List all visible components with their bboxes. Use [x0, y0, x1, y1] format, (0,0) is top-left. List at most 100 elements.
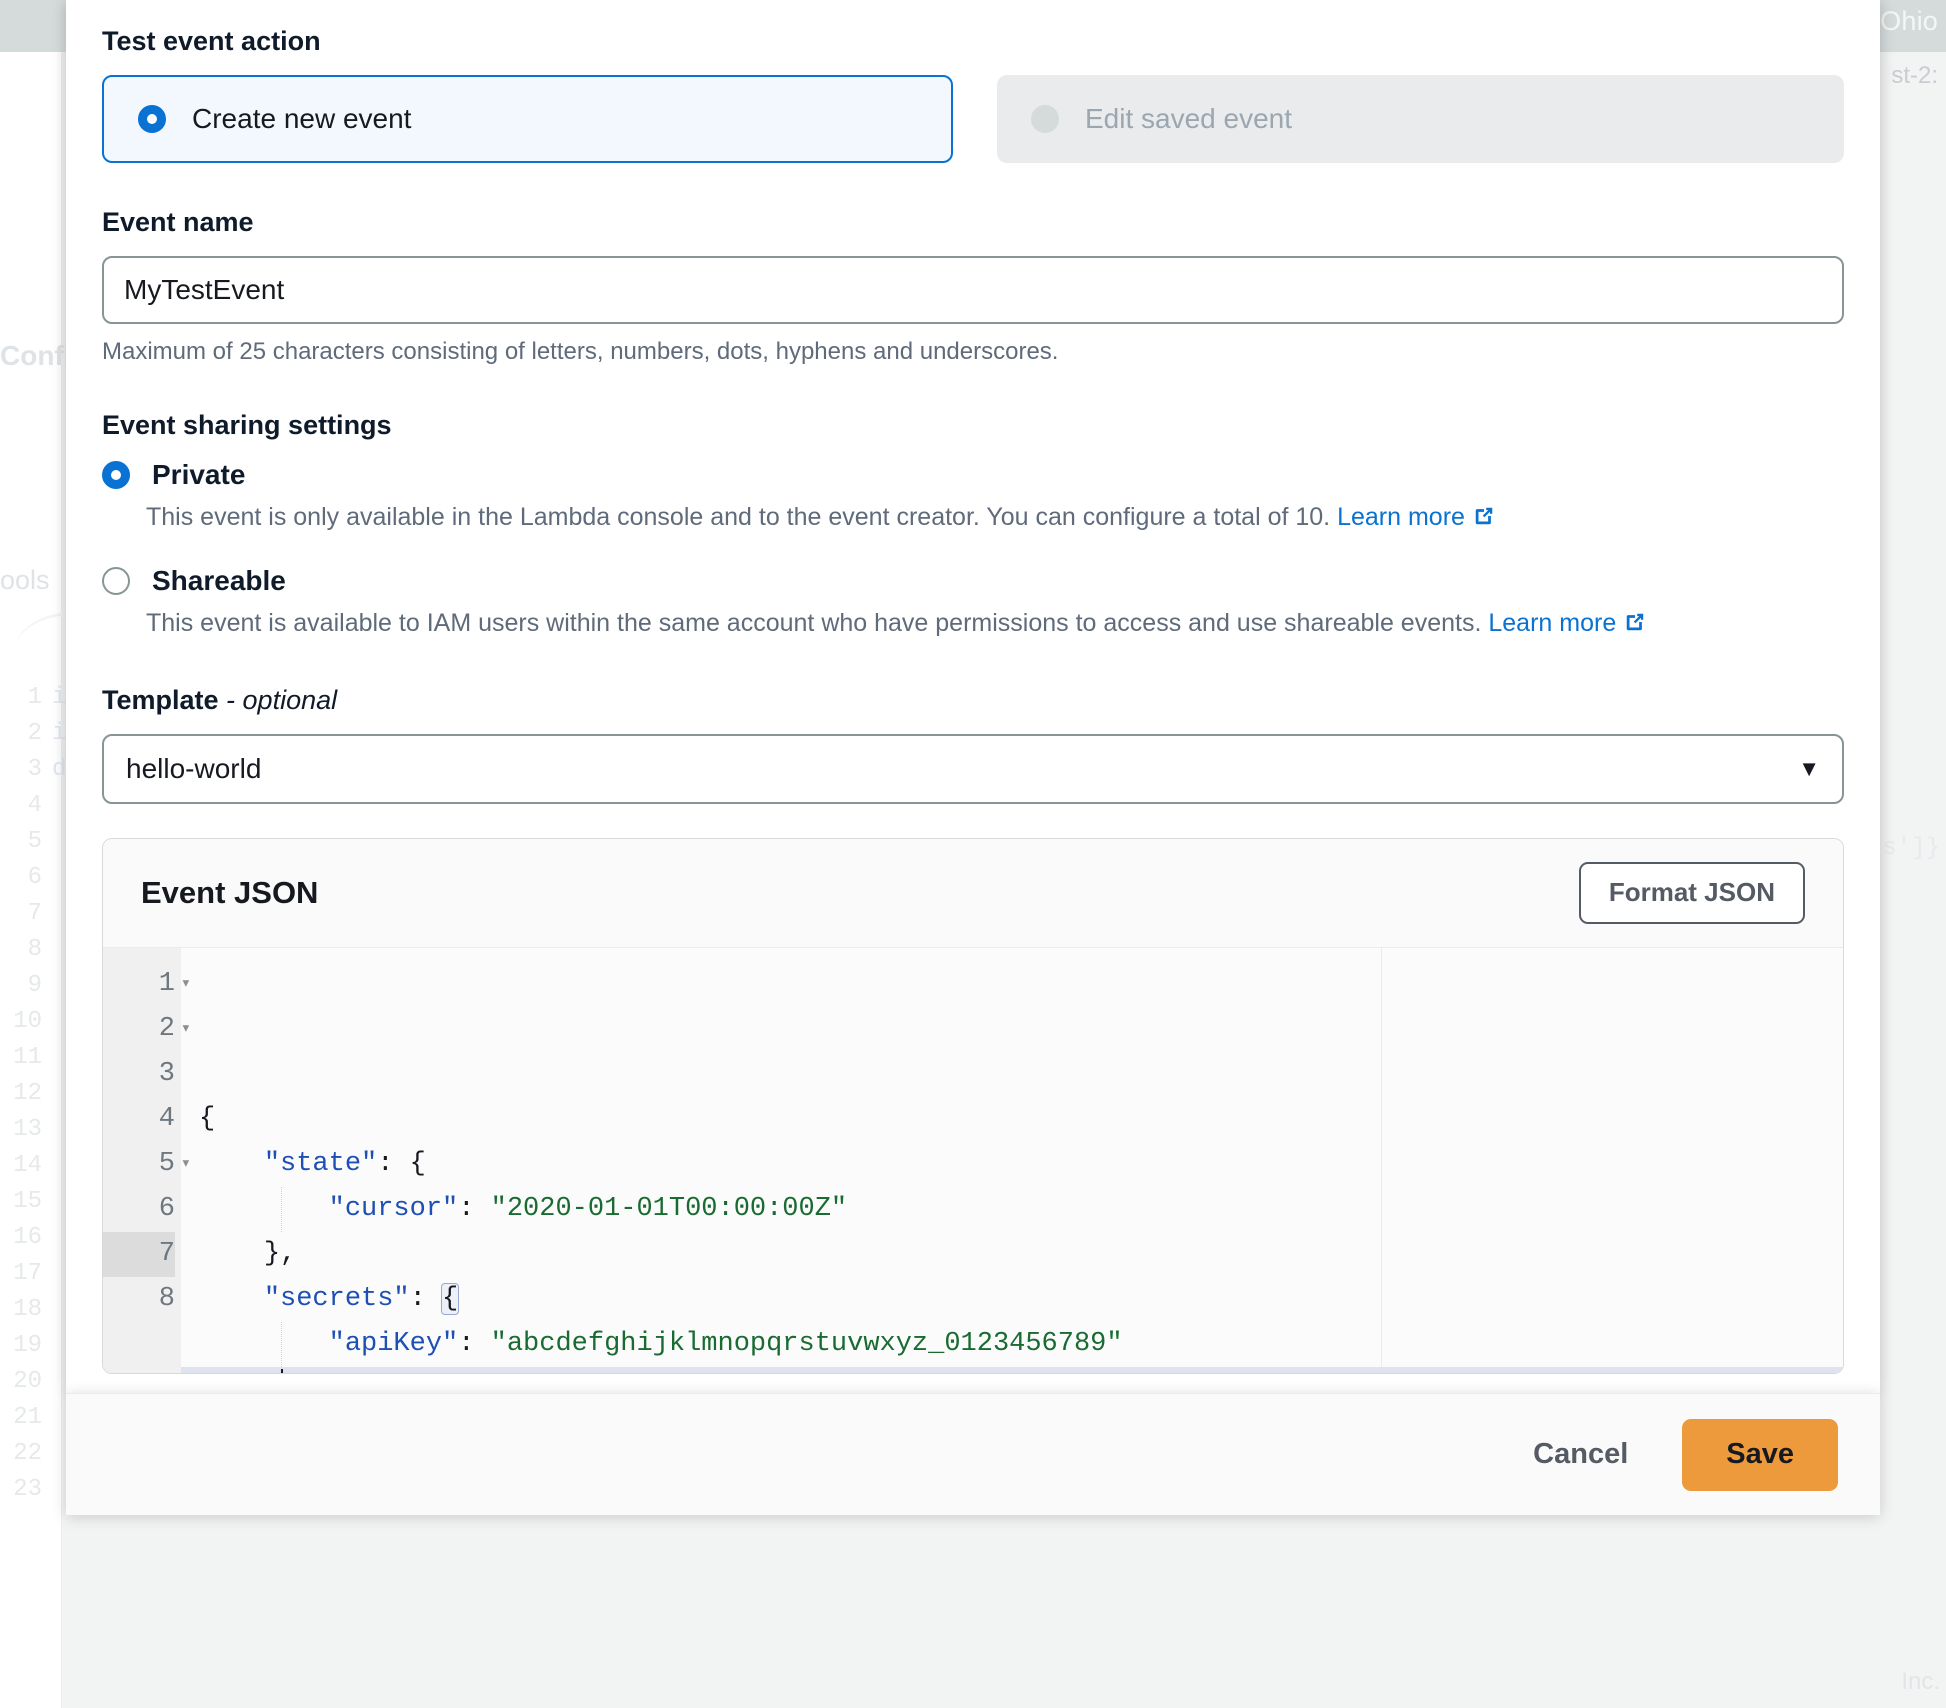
external-link-icon	[1473, 503, 1495, 525]
json-punct	[296, 1194, 312, 1224]
bg-breadcrumb-fragment: st-2:	[1891, 62, 1938, 89]
json-punct	[231, 1239, 247, 1269]
json-punct: :	[458, 1193, 475, 1224]
editor-code-line[interactable]: "apiKey": "abcdefghijklmnopqrstuvwxyz_01…	[199, 1321, 1843, 1367]
json-punct	[231, 1284, 247, 1314]
event-name-value: MyTestEvent	[124, 274, 285, 305]
json-punct	[296, 1329, 312, 1359]
matching-brace: {	[441, 1282, 460, 1315]
editor-line-number: 4	[158, 1103, 175, 1134]
bg-line-number: 15	[13, 1188, 42, 1215]
bg-line-number: 10	[13, 1008, 42, 1035]
radio-option-title: Private	[152, 459, 246, 490]
editor-code-area[interactable]: { "state": { "cursor": "2020-01-01T00:00…	[181, 947, 1843, 1373]
editor-code-line[interactable]: {	[199, 1097, 1843, 1142]
json-punct	[474, 1194, 490, 1224]
editor-line-number: 8	[158, 1283, 175, 1314]
radio-disabled-icon	[1031, 105, 1059, 133]
json-punct	[264, 1194, 280, 1224]
modal-body: Test event action Create new event Edit …	[66, 0, 1880, 1393]
bg-right-code-fragment: s']}	[1882, 835, 1940, 862]
json-punct	[312, 1329, 328, 1359]
json-punct: :	[377, 1148, 394, 1179]
event-json-title: Event JSON	[141, 874, 319, 910]
radio-option-shareable[interactable]: Shareable	[102, 565, 1844, 597]
bg-line-number: 8	[27, 936, 42, 963]
event-sharing-settings-label: Event sharing settings	[102, 410, 392, 440]
editor-code-line[interactable]: "cursor": "2020-01-01T00:00:00Z"	[199, 1186, 1843, 1232]
json-token: "state"	[263, 1148, 378, 1179]
radio-option-shareable-description: This event is available to IAM users wit…	[146, 607, 1844, 641]
radio-tile-label: Create new event	[192, 103, 412, 134]
json-punct	[231, 1194, 247, 1224]
create-test-event-modal: Test event action Create new event Edit …	[66, 0, 1880, 1393]
text-cursor	[281, 1368, 284, 1373]
json-punct	[199, 1284, 215, 1314]
template-select[interactable]: hello-world ▼	[102, 733, 1844, 804]
template-selected-value: hello-world	[126, 752, 262, 784]
radio-selected-icon	[102, 461, 130, 489]
json-code-editor[interactable]: 1 ▾ 2 ▾ 3 4 5 ▾ 6 7 8 { "state": { "cursor": "2020…	[103, 946, 1843, 1373]
bg-line-number: 7	[27, 900, 42, 927]
radio-tile-create-new-event[interactable]: Create new event	[102, 75, 953, 163]
json-punct	[474, 1329, 490, 1359]
json-punct	[215, 1239, 231, 1269]
learn-more-label: Learn more	[1488, 608, 1617, 637]
event-name-input[interactable]: MyTestEvent	[102, 256, 1844, 324]
json-punct	[426, 1284, 442, 1314]
bg-line-number: 3	[27, 756, 42, 783]
json-punct	[231, 1329, 247, 1359]
bg-line-number: 2	[27, 720, 42, 747]
bg-line-number: 17	[13, 1260, 42, 1287]
template-label: Template - optional	[102, 685, 1844, 716]
bg-line-number: 14	[13, 1152, 42, 1179]
description-text: This event is available to IAM users wit…	[146, 608, 1482, 637]
bg-line-number: 6	[27, 864, 42, 891]
bg-line-number: 9	[27, 972, 42, 999]
json-punct: }	[263, 1238, 281, 1269]
json-token: "abcdefghijklmnopqrstuvwxyz_0123456789"	[490, 1328, 1123, 1359]
json-punct	[248, 1329, 264, 1359]
cancel-button[interactable]: Cancel	[1515, 1428, 1646, 1481]
editor-code-line[interactable]: "state": {	[199, 1142, 1843, 1187]
editor-code-line[interactable]: },	[199, 1232, 1843, 1277]
editor-line-number: 6	[158, 1193, 175, 1224]
bg-line-number: 22	[13, 1440, 42, 1467]
editor-code-line[interactable]: }	[181, 1366, 1843, 1373]
modal-footer: Cancel Save	[66, 1393, 1880, 1515]
bg-line-number: 4	[27, 792, 42, 819]
bg-line-number: 16	[13, 1224, 42, 1251]
json-punct: ,	[280, 1238, 297, 1269]
editor-line-number: 1 ▾	[103, 962, 191, 1007]
learn-more-link-shareable[interactable]: Learn more	[1488, 609, 1646, 637]
json-token: "secrets"	[263, 1283, 410, 1314]
radio-option-title: Shareable	[152, 564, 286, 596]
external-link-icon	[1624, 609, 1646, 631]
bg-line-number: 5	[27, 828, 42, 855]
format-json-button[interactable]: Format JSON	[1578, 861, 1805, 924]
json-punct	[248, 1149, 264, 1179]
json-punct	[215, 1329, 231, 1359]
bg-line-number: 13	[13, 1116, 42, 1143]
json-token: "2020-01-01T00:00:00Z"	[490, 1193, 848, 1224]
radio-tile-edit-saved-event: Edit saved event	[997, 75, 1844, 163]
json-punct	[199, 1329, 215, 1359]
learn-more-link-private[interactable]: Learn more	[1337, 503, 1495, 531]
test-event-action-group: Create new event Edit saved event	[102, 75, 1844, 163]
indent-guide	[281, 1186, 282, 1232]
json-punct	[231, 1149, 247, 1179]
radio-option-private[interactable]: Private	[102, 459, 1844, 491]
event-name-hint: Maximum of 25 characters consisting of l…	[102, 338, 1059, 365]
bg-line-number: 18	[13, 1296, 42, 1323]
bg-config-label: Confi	[0, 340, 72, 371]
json-punct	[215, 1149, 231, 1179]
json-punct	[199, 1149, 215, 1179]
editor-line-number: 5 ▾	[103, 1142, 191, 1187]
json-punct: {	[409, 1148, 426, 1179]
bg-pools-label: ools	[0, 565, 50, 595]
json-punct	[215, 1284, 231, 1314]
save-button[interactable]: Save	[1682, 1418, 1838, 1491]
radio-option-private-description: This event is only available in the Lamb…	[146, 501, 1844, 535]
editor-code-line[interactable]: "secrets": {	[199, 1277, 1843, 1322]
